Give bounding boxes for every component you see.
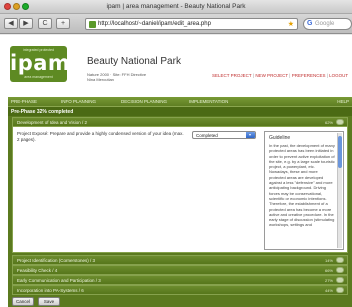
save-button[interactable]: Save	[38, 297, 60, 306]
logout-link[interactable]: LOGOUT	[329, 73, 348, 78]
section-percent: 66%	[324, 268, 333, 273]
address-bar[interactable]: http://localhost/~daniel/ipam/edit_area.…	[85, 18, 298, 30]
tab-pre-phase[interactable]: PRE-PHASE	[11, 99, 37, 104]
page-title: Beauty National Park	[87, 56, 181, 67]
section-percent: 44%	[324, 288, 333, 293]
phase-progress-bar: Pre-Phase 32% completed	[8, 107, 352, 116]
section-title: Incorporation into PA-Systems / 6	[17, 288, 84, 293]
google-icon: G	[307, 20, 313, 27]
ipam-logo[interactable]: integrated protected ipam area managemen…	[10, 46, 71, 82]
top-links: SELECT PROJECT | NEW PROJECT | PREFERENC…	[212, 73, 348, 78]
back-button[interactable]: ◀	[4, 18, 18, 29]
logo-wordmark: ipam	[10, 51, 71, 75]
reload-button[interactable]: C	[38, 18, 52, 29]
section-header[interactable]: Incorporation into PA-Systems / 6 44%	[12, 285, 348, 295]
section-percent: 14%	[324, 258, 333, 263]
guideline-scrollbar[interactable]	[337, 133, 342, 248]
user-name: Nina Mercutian	[87, 77, 114, 82]
browser-toolbar: ◀ ▶ C + http://localhost/~daniel/ipam/ed…	[0, 14, 352, 34]
tab-decision-planning[interactable]: DECISION PLANNING	[121, 99, 167, 104]
workspace-panel: PRE-PHASE INFO PLANNING DECISION PLANNIN…	[8, 97, 352, 307]
section-toggle-icon[interactable]	[336, 119, 344, 125]
guideline-text: In the past, the development of many pro…	[269, 143, 335, 228]
window-titlebar: ipam | area management - Beauty National…	[0, 0, 352, 14]
status-select[interactable]: Completed	[192, 131, 256, 139]
window-title: ipam | area management - Beauty National…	[106, 3, 246, 10]
star-icon[interactable]: ★	[288, 20, 294, 28]
phase-progress-label: Pre-Phase 32% completed	[11, 109, 74, 115]
section-title: Project Identification (Cornerstones) / …	[17, 258, 96, 263]
scrollbar-thumb[interactable]	[338, 136, 342, 168]
section-title: Early Communication and Participation / …	[17, 278, 101, 283]
url-text: http://localhost/~daniel/ipam/edit_area.…	[98, 21, 211, 27]
section-toggle-icon[interactable]	[336, 257, 344, 263]
question-panel: Project Exposé: Prepare and provide a hi…	[12, 126, 348, 253]
chevron-down-icon[interactable]	[246, 132, 255, 138]
section-toggle-icon[interactable]	[336, 287, 344, 293]
section-header[interactable]: Early Communication and Participation / …	[12, 275, 348, 285]
site-favicon-icon	[89, 21, 96, 28]
phase-tabs: PRE-PHASE INFO PLANNING DECISION PLANNIN…	[8, 97, 352, 107]
preferences-link[interactable]: PREFERENCES	[292, 73, 326, 78]
section-title: Feasibility Check / 4	[17, 268, 58, 273]
tab-implementation[interactable]: IMPLEMENTATION	[189, 99, 228, 104]
section-percent: 62%	[324, 120, 333, 125]
section-header[interactable]: Project Identification (Cornerstones) / …	[12, 255, 348, 265]
section-title: Development of Idea and Vision / 2	[17, 120, 87, 125]
cancel-button[interactable]: Cancel	[12, 297, 34, 306]
section-toggle-icon[interactable]	[336, 267, 344, 273]
forward-button[interactable]: ▶	[19, 18, 33, 29]
status-select-value: Completed	[196, 133, 218, 138]
section-percent: 27%	[324, 278, 333, 283]
link-separator: |	[289, 73, 291, 78]
guideline-title: Guideline	[269, 135, 291, 141]
question-text: Project Exposé: Prepare and provide a hi…	[17, 131, 184, 142]
section-header[interactable]: Feasibility Check / 4 66%	[12, 265, 348, 275]
guideline-box: Guideline In the past, the development o…	[264, 131, 344, 250]
link-separator: |	[326, 73, 328, 78]
link-separator: |	[252, 73, 255, 78]
logo-tagline-bottom: area management	[24, 75, 53, 79]
section-toggle-icon[interactable]	[336, 277, 344, 283]
help-link[interactable]: HELP	[337, 99, 349, 104]
search-placeholder: Google	[315, 21, 335, 27]
page-content: integrated protected ipam area managemen…	[0, 35, 352, 307]
add-bookmark-button[interactable]: +	[56, 18, 70, 29]
search-input[interactable]: G Google	[303, 18, 352, 30]
tab-info-planning[interactable]: INFO PLANNING	[61, 99, 96, 104]
new-project-link[interactable]: NEW PROJECT	[255, 73, 288, 78]
select-project-link[interactable]: SELECT PROJECT	[212, 73, 252, 78]
